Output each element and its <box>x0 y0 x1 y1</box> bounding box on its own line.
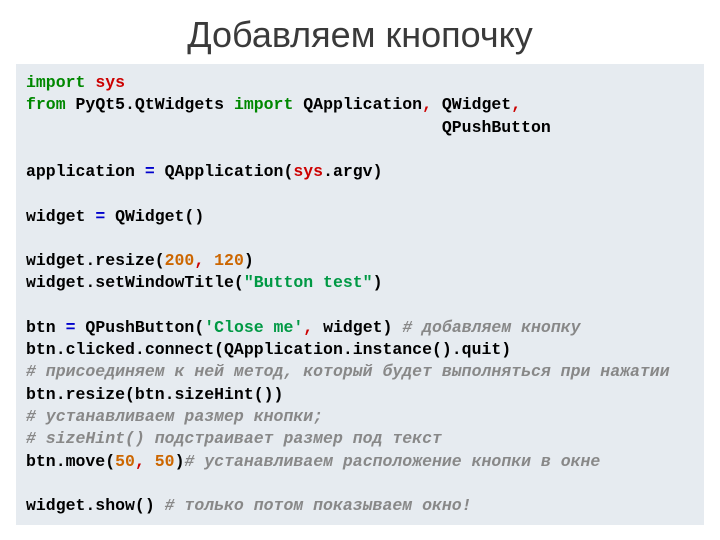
arg: widget) <box>313 318 402 337</box>
slide-title: Добавляем кнопочку <box>0 0 720 64</box>
resize2: btn.resize(btn.sizeHint()) <box>26 385 283 404</box>
id-qpb: QPushButton <box>442 118 551 137</box>
show: widget.show() <box>26 496 165 515</box>
comment: # устанавливаем расположение кнопки в ок… <box>184 452 600 471</box>
str: "Button test" <box>244 273 373 292</box>
op-eq: = <box>95 207 105 226</box>
op-eq: = <box>145 162 155 181</box>
num: 50 <box>115 452 135 471</box>
str: 'Close me' <box>204 318 303 337</box>
comment: # sizeHint() подстраивает размер под тек… <box>26 429 442 448</box>
id-app: application <box>26 162 145 181</box>
pkg: PyQt5.QtWidgets <box>66 95 234 114</box>
id-qwidget: QWidget <box>432 95 511 114</box>
call: QApplication( <box>155 162 294 181</box>
comment: # добавляем кнопку <box>402 318 580 337</box>
comma: , <box>194 251 204 270</box>
paren: ) <box>244 251 254 270</box>
move: btn.move( <box>26 452 115 471</box>
op-eq: = <box>66 318 76 337</box>
mod-sys: sys <box>293 162 323 181</box>
kw-import2: import <box>234 95 293 114</box>
paren: ) <box>373 273 383 292</box>
sp <box>145 452 155 471</box>
num: 120 <box>214 251 244 270</box>
comment: # только потом показываем окно! <box>165 496 472 515</box>
comment: # устанавливаем размер кнопки; <box>26 407 323 426</box>
paren: ) <box>175 452 185 471</box>
code-block: import sys from PyQt5.QtWidgets import Q… <box>16 64 704 525</box>
comma: , <box>422 95 432 114</box>
id-widget: widget <box>26 207 95 226</box>
sp <box>204 251 214 270</box>
comma: , <box>303 318 313 337</box>
num: 50 <box>155 452 175 471</box>
qwidget-call: QWidget() <box>105 207 204 226</box>
slide: Добавляем кнопочку import sys from PyQt5… <box>0 0 720 540</box>
connect: btn.clicked.connect(QApplication.instanc… <box>26 340 511 359</box>
num: 200 <box>165 251 195 270</box>
btn: btn <box>26 318 66 337</box>
resize-call: widget.resize( <box>26 251 165 270</box>
comment: # присоединяем к ней метод, который буде… <box>26 362 670 381</box>
comma: , <box>135 452 145 471</box>
kw-import: import <box>26 73 85 92</box>
pad <box>26 118 442 137</box>
argv: .argv) <box>323 162 382 181</box>
kw-from: from <box>26 95 66 114</box>
mod-sys: sys <box>95 73 125 92</box>
setwt: widget.setWindowTitle( <box>26 273 244 292</box>
qpb-call: QPushButton( <box>76 318 205 337</box>
id-qapp: QApplication <box>293 95 422 114</box>
comma: , <box>511 95 521 114</box>
